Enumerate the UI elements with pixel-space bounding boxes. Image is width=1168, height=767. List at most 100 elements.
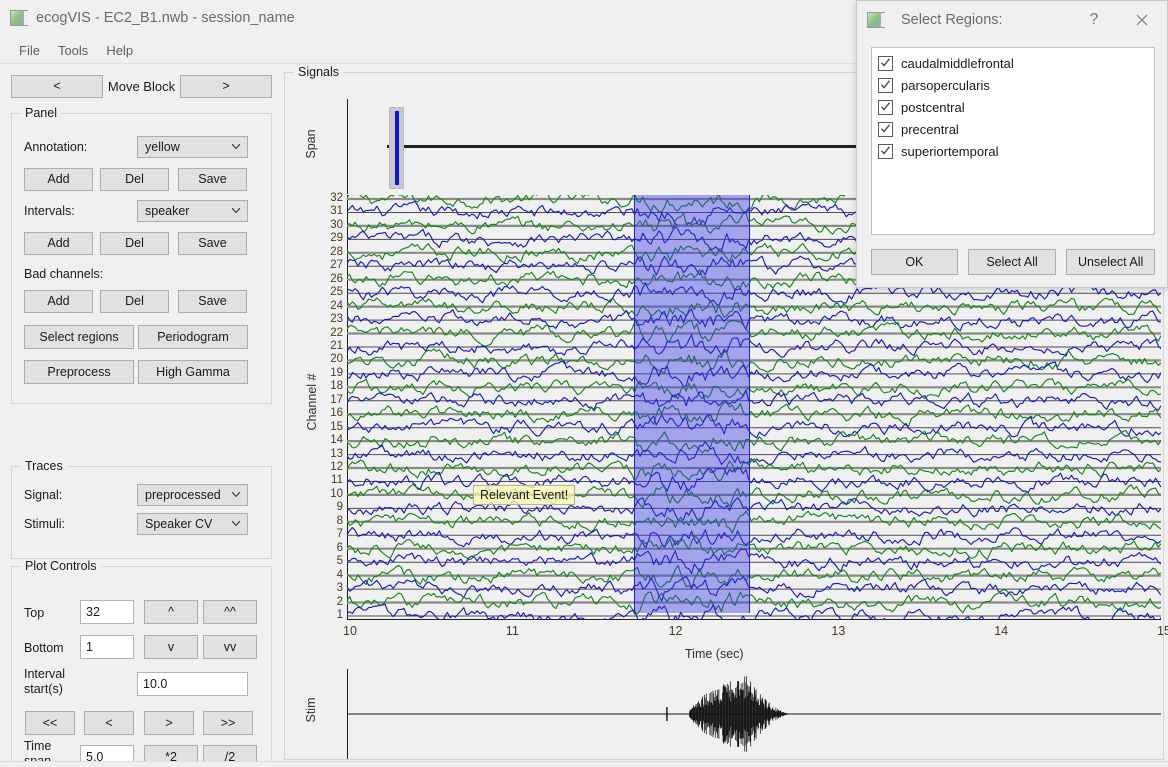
channel-tick-label: 25 bbox=[330, 286, 343, 299]
top-input[interactable]: 32 bbox=[80, 600, 134, 624]
stim-plot[interactable] bbox=[347, 669, 1161, 759]
checkbox-icon[interactable] bbox=[878, 55, 893, 71]
bad-channels-label: Bad channels: bbox=[24, 267, 104, 281]
annotation-del-button[interactable]: Del bbox=[100, 168, 169, 191]
channel-tick-label: 3 bbox=[336, 582, 343, 595]
channel-tick-label: 20 bbox=[330, 353, 343, 366]
intervals-add-button[interactable]: Add bbox=[24, 232, 93, 255]
nav-last-button[interactable]: >> bbox=[203, 711, 253, 735]
menu-item-help[interactable]: Help bbox=[97, 41, 142, 60]
time-tick-label: 13 bbox=[831, 624, 846, 638]
time-axis-title: Time (sec) bbox=[685, 647, 744, 661]
close-icon[interactable] bbox=[1131, 9, 1153, 31]
channel-tick-label: 6 bbox=[336, 541, 343, 554]
top-up-fast-button[interactable]: ^^ bbox=[203, 600, 257, 624]
periodogram-button[interactable]: Periodogram bbox=[138, 325, 248, 349]
checkbox-icon[interactable] bbox=[878, 143, 893, 159]
select-regions-button[interactable]: Select regions bbox=[24, 325, 134, 349]
region-list-item[interactable]: precentral bbox=[876, 118, 1154, 140]
channel-tick-label: 11 bbox=[331, 474, 343, 487]
bad-channels-save-button[interactable]: Save bbox=[178, 290, 247, 313]
channel-tick-label: 29 bbox=[330, 232, 343, 245]
menu-item-file[interactable]: File bbox=[10, 41, 49, 60]
status-strip bbox=[0, 761, 1168, 767]
channel-tick-label: 10 bbox=[330, 487, 343, 500]
checkbox-icon[interactable] bbox=[878, 77, 893, 93]
bottom-input[interactable]: 1 bbox=[80, 635, 134, 659]
move-block-label: Move Block bbox=[107, 79, 176, 94]
preprocess-button[interactable]: Preprocess bbox=[24, 360, 134, 384]
checkbox-icon[interactable] bbox=[878, 121, 893, 137]
intervals-del-button[interactable]: Del bbox=[100, 232, 169, 255]
channel-tick-label: 32 bbox=[330, 192, 343, 204]
stim-waveform bbox=[347, 676, 1161, 752]
stim-axis-label: Stim bbox=[304, 697, 318, 723]
signal-select[interactable]: preprocessed bbox=[137, 484, 248, 506]
bottom-down-fast-button[interactable]: vv bbox=[203, 635, 257, 659]
bottom-down-button[interactable]: v bbox=[144, 635, 198, 659]
panel-group-title: Panel bbox=[21, 106, 61, 120]
select-regions-dialog: Select Regions: ? caudalmiddlefrontal par… bbox=[856, 0, 1168, 288]
nav-prev-button[interactable]: < bbox=[84, 711, 134, 735]
intervals-save-button[interactable]: Save bbox=[178, 232, 247, 255]
time-tick-label: 14 bbox=[994, 624, 1009, 638]
channel-tick-label: 30 bbox=[330, 218, 343, 231]
dialog-app-icon bbox=[867, 12, 885, 28]
region-list-item[interactable]: postcentral bbox=[876, 96, 1154, 118]
traces-group-title: Traces bbox=[21, 459, 67, 473]
chevron-down-icon bbox=[232, 492, 240, 497]
checkbox-icon[interactable] bbox=[878, 99, 893, 115]
time-tick-label: 10 bbox=[343, 624, 357, 638]
bad-channels-add-button[interactable]: Add bbox=[24, 290, 93, 313]
move-block-row: < Move Block > bbox=[11, 75, 272, 98]
region-list-item[interactable]: superiortemporal bbox=[876, 140, 1154, 162]
left-control-panel: < Move Block > Panel Annotation: yellow … bbox=[0, 66, 281, 767]
region-list-item-label: caudalmiddlefrontal bbox=[901, 55, 1014, 71]
dialog-ok-button[interactable]: OK bbox=[871, 249, 958, 275]
dialog-select-all-button[interactable]: Select All bbox=[967, 249, 1057, 275]
stimuli-select[interactable]: Speaker CV bbox=[137, 513, 248, 535]
bad-channels-del-button[interactable]: Del bbox=[100, 290, 169, 313]
signal-label: Signal: bbox=[24, 488, 63, 502]
channel-tick-label: 26 bbox=[330, 272, 343, 285]
plot-controls-group-title: Plot Controls bbox=[21, 559, 101, 573]
menu-item-tools[interactable]: Tools bbox=[49, 41, 97, 60]
annotation-select[interactable]: yellow bbox=[137, 136, 248, 158]
channel-tick-label: 4 bbox=[336, 568, 343, 581]
channel-tick-label: 17 bbox=[330, 393, 343, 406]
region-list[interactable]: caudalmiddlefrontal parsopercularis postce… bbox=[871, 47, 1155, 235]
channel-tick-label: 15 bbox=[330, 420, 343, 433]
high-gamma-button[interactable]: High Gamma bbox=[138, 360, 248, 384]
move-block-next-button[interactable]: > bbox=[180, 75, 272, 98]
annotation-select-value: yellow bbox=[145, 140, 180, 154]
move-block-prev-button[interactable]: < bbox=[11, 75, 103, 98]
annotation-save-button[interactable]: Save bbox=[178, 168, 247, 191]
interval-start-input[interactable]: 10.0 bbox=[137, 672, 248, 696]
top-up-button[interactable]: ^ bbox=[144, 600, 198, 624]
intervals-select[interactable]: speaker bbox=[137, 200, 248, 222]
bottom-label: Bottom bbox=[24, 641, 64, 655]
span-axis-line bbox=[347, 99, 348, 194]
region-list-item[interactable]: parsopercularis bbox=[876, 74, 1154, 96]
channel-tick-label: 9 bbox=[336, 501, 343, 514]
dialog-help-button[interactable]: ? bbox=[1083, 9, 1105, 31]
intervals-label: Intervals: bbox=[24, 204, 75, 218]
channel-tick-label: 14 bbox=[330, 434, 343, 447]
nav-first-button[interactable]: << bbox=[25, 711, 75, 735]
dialog-unselect-all-button[interactable]: Unselect All bbox=[1066, 249, 1155, 275]
region-list-item-label: superiortemporal bbox=[901, 143, 999, 159]
region-list-item[interactable]: caudalmiddlefrontal bbox=[876, 52, 1154, 74]
channel-tick-label: 31 bbox=[330, 205, 343, 218]
title-bar: ecogVIS - EC2_B1.nwb - session_name bbox=[0, 0, 858, 36]
nav-next-button[interactable]: > bbox=[144, 711, 194, 735]
annotation-add-button[interactable]: Add bbox=[24, 168, 93, 191]
dialog-title: Select Regions: bbox=[901, 12, 1003, 28]
channel-tick-label: 22 bbox=[330, 326, 343, 339]
channel-tick-label: 7 bbox=[336, 528, 343, 541]
signals-group-title: Signals bbox=[294, 65, 343, 79]
span-cursor-handle bbox=[389, 107, 404, 189]
channel-tick-label: 24 bbox=[330, 299, 343, 312]
region-list-item-label: precentral bbox=[901, 121, 959, 137]
channel-tick-label: 19 bbox=[330, 366, 343, 379]
dialog-button-row: OK Select All Unselect All bbox=[871, 249, 1155, 275]
